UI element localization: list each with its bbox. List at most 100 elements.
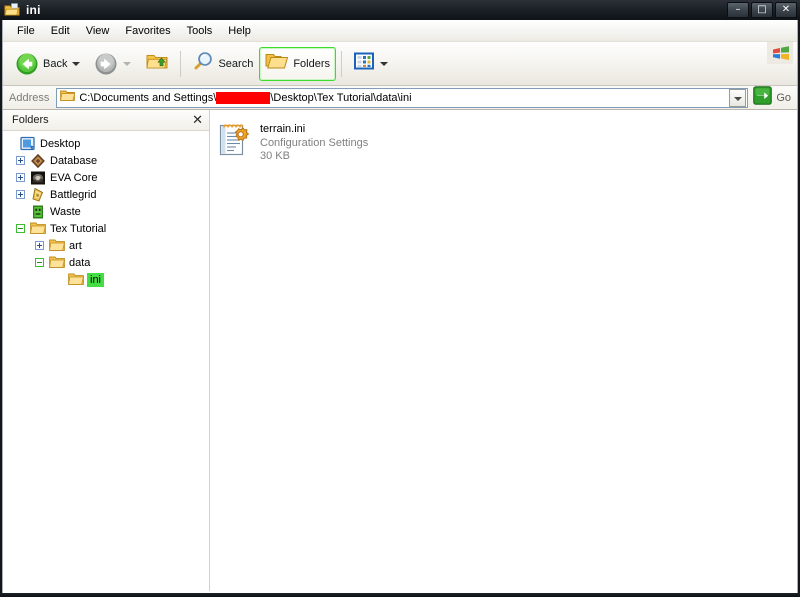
toolbar: Back Search Folders — [3, 42, 797, 86]
folder-icon — [68, 272, 84, 288]
tree-item-label: data — [69, 256, 91, 269]
expander-icon[interactable] — [35, 258, 44, 267]
minimize-button[interactable]: – — [727, 2, 749, 18]
window-bottom-border — [0, 593, 800, 597]
tree-item-label: Desktop — [40, 137, 81, 150]
minimize-icon: – — [735, 4, 741, 15]
address-path-text: C:\Documents and Settings\ \Desktop\Tex T… — [79, 91, 729, 104]
file-type: Configuration Settings — [260, 137, 369, 149]
views-button[interactable] — [347, 47, 396, 81]
search-label: Search — [218, 57, 254, 70]
toolbar-separator-1 — [180, 50, 182, 77]
menu-item-file[interactable]: File — [9, 23, 43, 39]
views-icon — [353, 51, 375, 76]
address-bar: Address C:\Documents and Settings\ \Deskt… — [3, 85, 797, 110]
tree-item-eva-core[interactable]: EVA Core — [3, 169, 209, 186]
close-button[interactable]: ✕ — [775, 2, 797, 18]
tree-item-data[interactable]: data — [3, 254, 209, 271]
folders-pane-title: Folders — [12, 114, 49, 126]
folders-pane: Folders ✕ Desktop Database EVA Core Batt… — [3, 110, 210, 591]
menu-item-tools[interactable]: Tools — [179, 23, 221, 39]
explorer-window: ini – □ ✕ File Edit View Favorites Tools… — [0, 0, 800, 597]
views-dropdown-icon[interactable] — [380, 61, 389, 66]
maximize-icon: □ — [757, 4, 767, 15]
forward-dropdown-icon — [123, 61, 132, 66]
tree-item-label: EVA Core — [50, 171, 98, 184]
expander-icon[interactable] — [16, 173, 25, 182]
address-dropdown-button[interactable] — [729, 88, 747, 107]
folder-icon — [49, 238, 65, 254]
search-icon — [192, 50, 214, 77]
address-label: Address — [9, 91, 50, 104]
title-bar[interactable]: ini – □ ✕ — [0, 0, 800, 20]
tree-item-label: Battlegrid — [50, 188, 97, 201]
menu-item-view[interactable]: View — [78, 23, 118, 39]
expander-icon[interactable] — [16, 190, 25, 199]
window-controls: – □ ✕ — [727, 2, 797, 18]
folders-button[interactable]: Folders — [259, 46, 337, 81]
expander-icon[interactable] — [35, 241, 44, 250]
close-icon[interactable]: ✕ — [190, 114, 205, 127]
tree-item-art[interactable]: art — [3, 237, 209, 254]
tree-item-desktop[interactable]: Desktop — [3, 135, 209, 152]
menu-item-help[interactable]: Help — [220, 23, 259, 39]
tree-item-database[interactable]: Database — [3, 152, 209, 169]
folders-pane-header: Folders ✕ — [3, 110, 209, 131]
close-icon: ✕ — [781, 4, 791, 15]
tree-item-label: ini — [87, 272, 105, 287]
waste-icon — [30, 204, 46, 220]
forward-button — [88, 47, 139, 81]
tree-item-label: Waste — [50, 205, 81, 218]
go-label: Go — [776, 91, 791, 104]
battlegrid-icon — [30, 187, 46, 203]
toolbar-separator-2 — [341, 50, 343, 77]
tree-item-label: Database — [50, 154, 98, 167]
window-title: ini — [26, 3, 41, 17]
up-button[interactable] — [139, 47, 175, 81]
tree-item-tex-tutorial[interactable]: Tex Tutorial — [3, 220, 209, 237]
folder-icon — [30, 221, 46, 237]
folders-label: Folders — [293, 57, 331, 70]
expander-icon[interactable] — [16, 224, 25, 233]
panes-container: Folders ✕ Desktop Database EVA Core Batt… — [3, 110, 797, 591]
tree-item-ini[interactable]: ini — [3, 271, 209, 288]
back-button[interactable]: Back — [9, 47, 88, 81]
tree-item-battlegrid[interactable]: Battlegrid — [3, 186, 209, 203]
go-button[interactable]: Go — [748, 85, 797, 110]
folders-icon — [265, 50, 289, 77]
list-item[interactable]: terrain.ini Configuration Settings 30 KB — [216, 120, 430, 164]
folder-icon — [49, 255, 65, 271]
eva-core-icon — [30, 170, 46, 186]
file-size: 30 KB — [260, 150, 290, 162]
search-button[interactable]: Search — [186, 47, 259, 81]
maximize-button[interactable]: □ — [751, 2, 773, 18]
up-folder-icon — [145, 50, 169, 77]
back-arrow-icon — [15, 52, 39, 76]
folder-open-icon — [4, 2, 20, 18]
file-info: terrain.ini Configuration Settings 30 KB — [260, 123, 368, 162]
menu-item-favorites[interactable]: Favorites — [117, 23, 178, 39]
expander-icon[interactable] — [16, 156, 25, 165]
tree-item-waste[interactable]: Waste — [3, 203, 209, 220]
ini-file-icon — [218, 122, 252, 158]
file-list-pane[interactable]: terrain.ini Configuration Settings 30 KB — [210, 110, 797, 591]
folder-tree: Desktop Database EVA Core Battlegrid Was… — [3, 131, 209, 288]
windows-flag-logo — [767, 42, 793, 64]
forward-arrow-icon — [94, 52, 118, 76]
desktop-icon — [20, 136, 36, 152]
address-input[interactable]: C:\Documents and Settings\ \Desktop\Tex T… — [56, 87, 749, 108]
go-arrow-icon — [753, 85, 773, 110]
database-icon — [30, 153, 46, 169]
tree-item-label: art — [69, 239, 82, 252]
client-area: File Edit View Favorites Tools Help Back… — [2, 20, 798, 593]
address-path-after: \Desktop\Tex Tutorial\data\ini — [270, 91, 412, 104]
file-name: terrain.ini — [260, 123, 306, 135]
back-dropdown-icon[interactable] — [72, 61, 81, 66]
menu-item-edit[interactable]: Edit — [43, 23, 78, 39]
tree-item-label: Tex Tutorial — [50, 222, 107, 235]
folder-icon — [60, 89, 76, 107]
address-path-before: C:\Documents and Settings\ — [79, 91, 217, 104]
menu-bar: File Edit View Favorites Tools Help — [3, 20, 797, 42]
redaction-block — [216, 91, 271, 104]
back-label: Back — [43, 57, 68, 70]
